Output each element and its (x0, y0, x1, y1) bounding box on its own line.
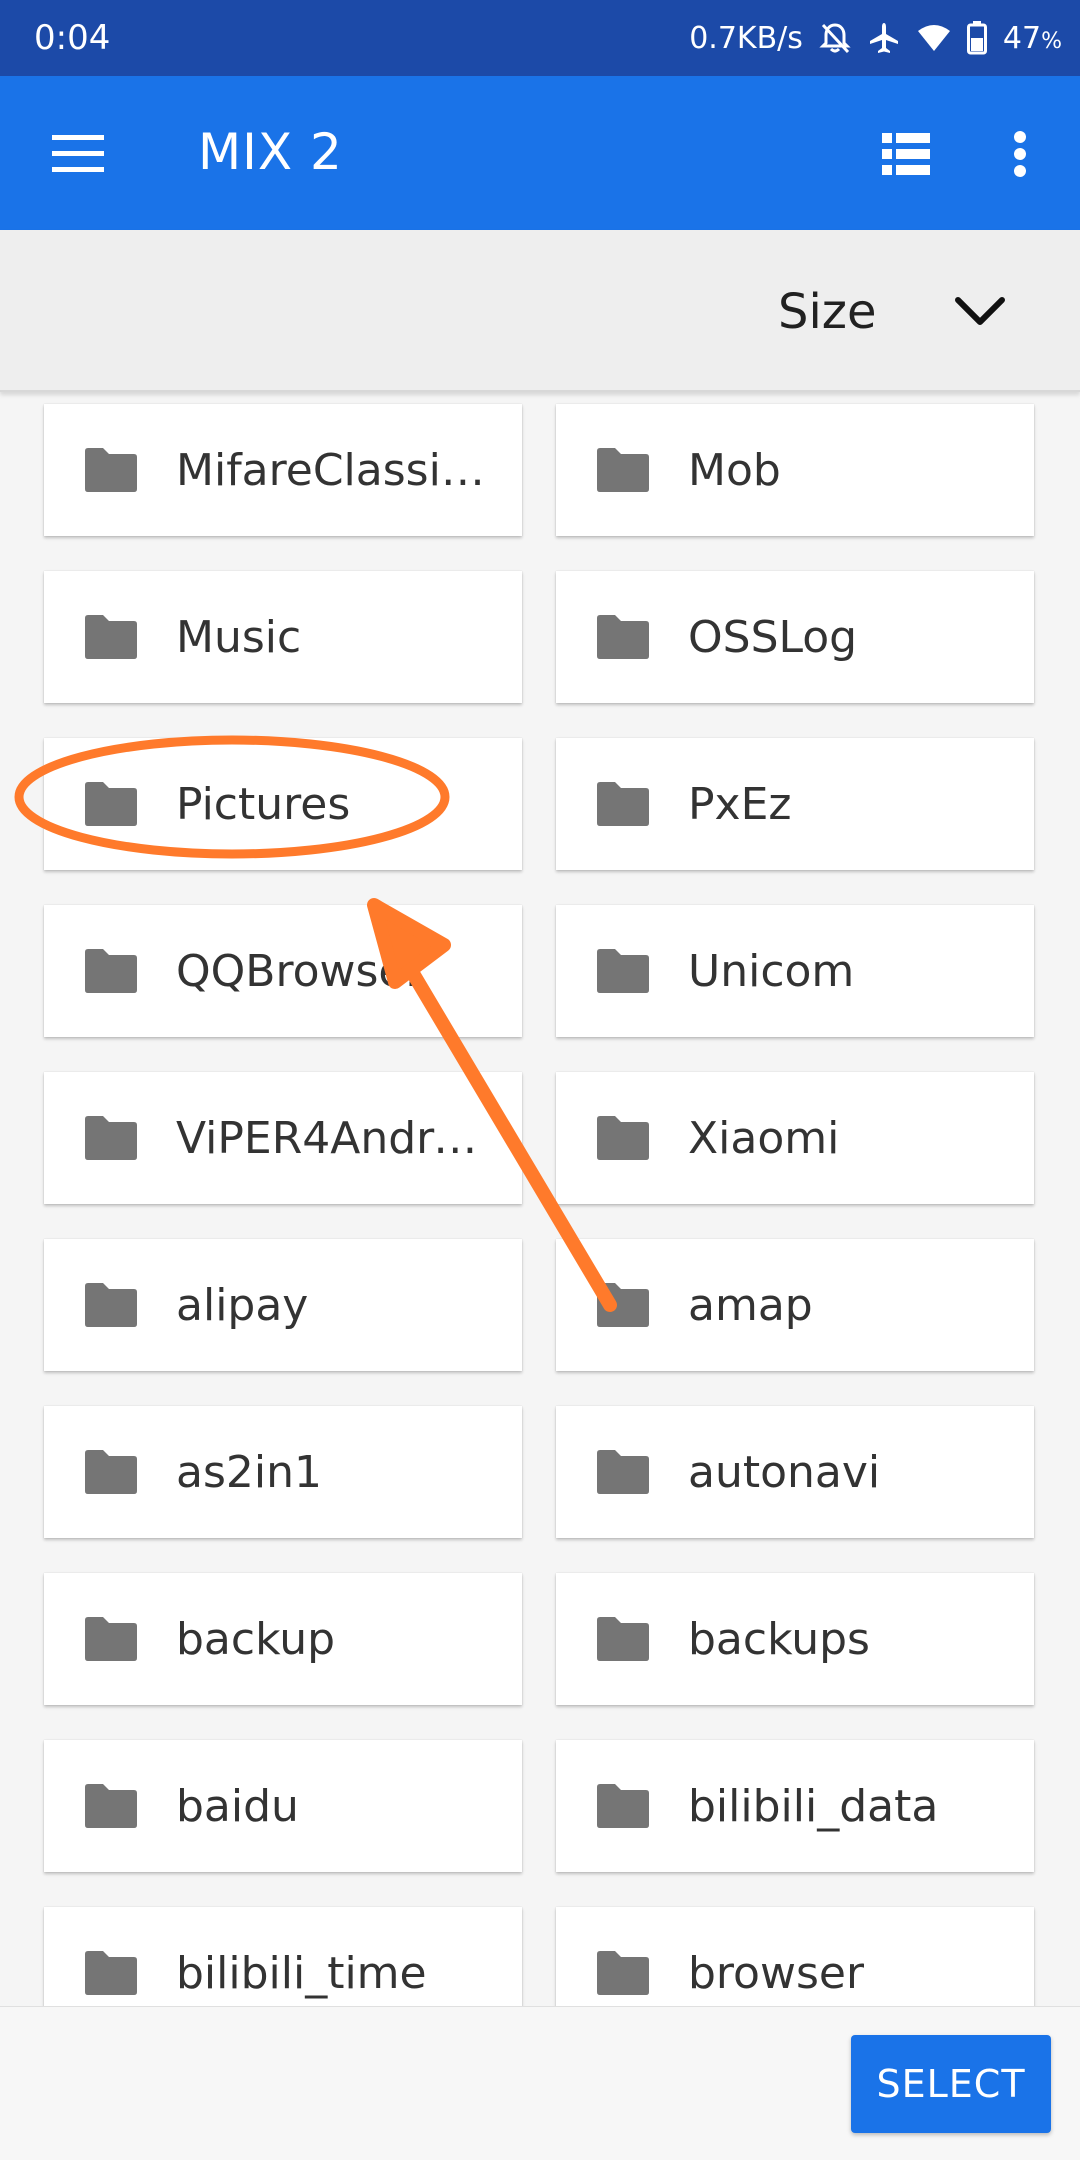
folder-name: MifareClassic… (176, 444, 496, 496)
folder-name: Mob (688, 444, 781, 496)
more-options-button[interactable] (982, 116, 1058, 192)
folder-icon (85, 1784, 137, 1828)
folder-item[interactable]: OSSLog (556, 571, 1034, 703)
folder-name: ViPER4Android (176, 1112, 496, 1164)
airplane-mode-icon (867, 21, 901, 55)
folder-name: baidu (176, 1780, 299, 1832)
folder-icon (597, 1617, 649, 1661)
folder-icon (85, 1951, 137, 1995)
screen: 0:04 0.7KB/s 47% MIX 2 Size MifareClassi… (0, 0, 1080, 2160)
folder-icon (597, 949, 649, 993)
folder-icon (85, 949, 137, 993)
folder-name: bilibili_data (688, 1780, 939, 1832)
folder-icon (597, 1951, 649, 1995)
folder-name: backups (688, 1613, 870, 1665)
folder-name: autonavi (688, 1446, 881, 1498)
folder-name: QQBrowser (176, 945, 424, 997)
battery-percent-unit: % (1041, 28, 1062, 54)
folder-name: amap (688, 1279, 813, 1331)
folder-icon (597, 1784, 649, 1828)
folder-name: Xiaomi (688, 1112, 840, 1164)
folder-name: Unicom (688, 945, 855, 997)
folder-item[interactable]: QQBrowser (44, 905, 522, 1037)
status-right: 0.7KB/s 47% (689, 14, 1062, 62)
folder-item[interactable]: as2in1 (44, 1406, 522, 1538)
folder-name: backup (176, 1613, 336, 1665)
folder-name: bilibili_time (176, 1947, 427, 1999)
folder-item[interactable]: baidu (44, 1740, 522, 1872)
folder-item[interactable]: Unicom (556, 905, 1034, 1037)
battery-percent: 47% (1003, 21, 1062, 56)
folder-icon (597, 448, 649, 492)
folder-icon (597, 1116, 649, 1160)
folder-icon (85, 1617, 137, 1661)
folder-name: Pictures (176, 778, 351, 830)
folder-name: alipay (176, 1279, 309, 1331)
folder-item[interactable]: Pictures (44, 738, 522, 870)
select-button[interactable]: SELECT (851, 2035, 1051, 2133)
list-view-icon (882, 133, 930, 175)
folder-item[interactable]: Xiaomi (556, 1072, 1034, 1204)
more-vert-icon (1014, 131, 1026, 177)
sort-bar: Size (0, 230, 1080, 392)
wifi-icon (917, 23, 951, 53)
folder-item[interactable]: alipay (44, 1239, 522, 1371)
battery-percent-value: 47 (1002, 20, 1042, 56)
folder-item[interactable]: amap (556, 1239, 1034, 1371)
folder-item[interactable]: bilibili_data (556, 1740, 1034, 1872)
folder-item[interactable]: browser (556, 1907, 1034, 2006)
folder-icon (597, 782, 649, 826)
battery-icon (966, 21, 987, 55)
app-title: MIX 2 (198, 123, 343, 181)
folder-icon (597, 1450, 649, 1494)
folder-item[interactable]: backups (556, 1573, 1034, 1705)
sort-order-button[interactable] (940, 274, 1020, 350)
folder-grid: MifareClassic… Mob Music OSSLog Pictures PxEz… (0, 392, 1080, 2006)
folder-item[interactable]: PxEz (556, 738, 1034, 870)
sort-label[interactable]: Size (778, 282, 877, 342)
network-speed: 0.7KB/s (689, 20, 803, 56)
status-time: 0:04 (34, 18, 111, 58)
app-bar: MIX 2 (0, 76, 1080, 230)
folder-item[interactable]: MifareClassic… (44, 404, 522, 536)
folder-icon (85, 615, 137, 659)
chevron-down-icon (955, 297, 1005, 325)
folder-item[interactable]: ViPER4Android (44, 1072, 522, 1204)
bottom-bar: SELECT (0, 2006, 1080, 2160)
folder-icon (85, 448, 137, 492)
list-view-button[interactable] (868, 116, 944, 192)
folder-item[interactable]: bilibili_time (44, 1907, 522, 2006)
folder-icon (85, 1283, 137, 1327)
folder-name: as2in1 (176, 1446, 322, 1498)
folder-name: Music (176, 611, 302, 663)
folder-name: browser (688, 1947, 865, 1999)
folder-icon (85, 782, 137, 826)
folder-item[interactable]: Mob (556, 404, 1034, 536)
folder-item[interactable]: Music (44, 571, 522, 703)
folder-name: PxEz (688, 778, 792, 830)
folder-icon (85, 1450, 137, 1494)
menu-icon (52, 135, 104, 172)
folder-icon (85, 1116, 137, 1160)
folder-item[interactable]: autonavi (556, 1406, 1034, 1538)
folder-name: OSSLog (688, 611, 858, 663)
folder-icon (597, 1283, 649, 1327)
menu-button[interactable] (40, 116, 116, 192)
mute-icon (819, 21, 851, 55)
folder-grid-inner: MifareClassic… Mob Music OSSLog Pictures PxEz… (44, 404, 1036, 2006)
status-bar: 0:04 0.7KB/s 47% (0, 0, 1080, 76)
folder-icon (597, 615, 649, 659)
folder-item[interactable]: backup (44, 1573, 522, 1705)
